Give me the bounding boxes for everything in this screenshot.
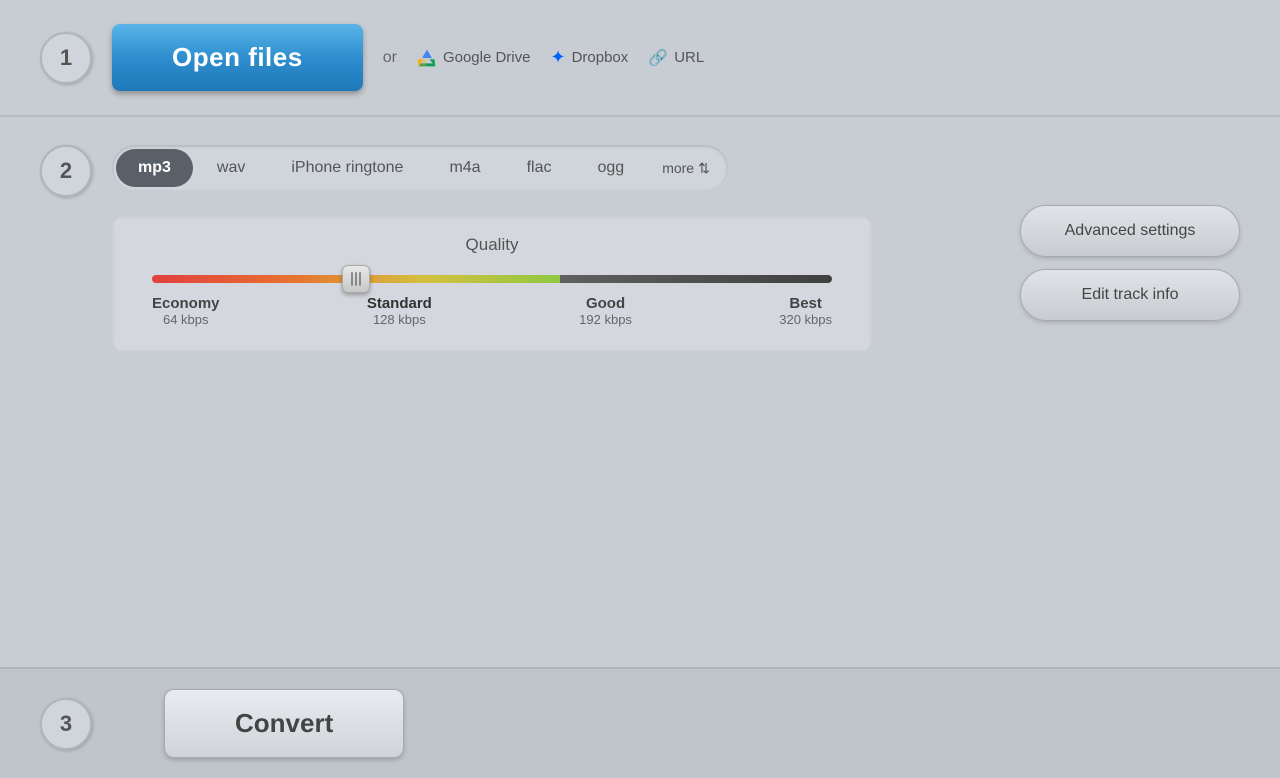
step1-content: Open files or Google Drive ✦ Dropbox 🔗 U… (112, 24, 704, 91)
tab-m4a[interactable]: m4a (427, 149, 502, 187)
google-drive-label: Google Drive (443, 49, 531, 66)
quality-slider-container (142, 275, 842, 283)
step3-row: 3 Convert (0, 667, 1280, 778)
quality-marker-economy: Economy 64 kbps (152, 295, 220, 327)
step1-row: 1 Open files or Google Drive ✦ Dropbox 🔗… (0, 0, 1280, 115)
quality-good-kbps: 192 kbps (579, 312, 632, 327)
quality-economy-kbps: 64 kbps (152, 312, 220, 327)
quality-marker-good: Good 192 kbps (579, 295, 632, 327)
thumb-line-1 (351, 272, 353, 286)
more-chevron-icon: ⇅ (698, 160, 710, 177)
url-label: URL (674, 49, 704, 66)
quality-markers: Economy 64 kbps Standard 128 kbps Good 1… (152, 295, 832, 327)
thumb-line-2 (355, 272, 357, 286)
quality-slider-track[interactable] (152, 275, 832, 283)
advanced-settings-button[interactable]: Advanced settings (1020, 205, 1240, 257)
quality-marker-best: Best 320 kbps (779, 295, 832, 327)
or-label: or (383, 49, 397, 67)
tab-iphone-ringtone[interactable]: iPhone ringtone (269, 149, 425, 187)
more-label: more (662, 160, 694, 176)
quality-standard-name: Standard (367, 295, 432, 312)
quality-economy-name: Economy (152, 295, 220, 312)
convert-button[interactable]: Convert (164, 689, 404, 758)
quality-best-name: Best (779, 295, 832, 312)
quality-best-kbps: 320 kbps (779, 312, 832, 327)
quality-standard-kbps: 128 kbps (367, 312, 432, 327)
tab-mp3[interactable]: mp3 (116, 149, 193, 187)
url-link[interactable]: 🔗 URL (648, 48, 704, 68)
google-drive-icon (417, 48, 437, 68)
edit-track-info-button[interactable]: Edit track info (1020, 269, 1240, 321)
thumb-line-3 (359, 272, 361, 286)
dropbox-link[interactable]: ✦ Dropbox (550, 47, 628, 68)
step3-circle: 3 (40, 698, 92, 750)
quality-panel: Quality Economy 64 kbps Standard (112, 215, 872, 351)
quality-marker-standard: Standard 128 kbps (367, 295, 432, 327)
tab-ogg[interactable]: ogg (575, 149, 646, 187)
step1-circle: 1 (40, 32, 92, 84)
quality-good-name: Good (579, 295, 632, 312)
tab-wav[interactable]: wav (195, 149, 267, 187)
step2-circle: 2 (40, 145, 92, 197)
step2-content: mp3 wav iPhone ringtone m4a flac ogg mor… (112, 145, 980, 351)
format-tabs: mp3 wav iPhone ringtone m4a flac ogg mor… (112, 145, 728, 191)
tab-more-button[interactable]: more ⇅ (648, 150, 724, 187)
right-panel: Advanced settings Edit track info (1020, 205, 1240, 321)
dropbox-icon: ✦ (550, 47, 565, 68)
quality-label: Quality (142, 235, 842, 255)
step2-row: 2 mp3 wav iPhone ringtone m4a flac ogg m… (0, 117, 1280, 667)
url-icon: 🔗 (648, 48, 668, 68)
open-files-button[interactable]: Open files (112, 24, 363, 91)
dropbox-label: Dropbox (572, 49, 629, 66)
google-drive-link[interactable]: Google Drive (417, 48, 531, 68)
tab-flac[interactable]: flac (505, 149, 574, 187)
quality-slider-thumb[interactable] (342, 265, 370, 293)
